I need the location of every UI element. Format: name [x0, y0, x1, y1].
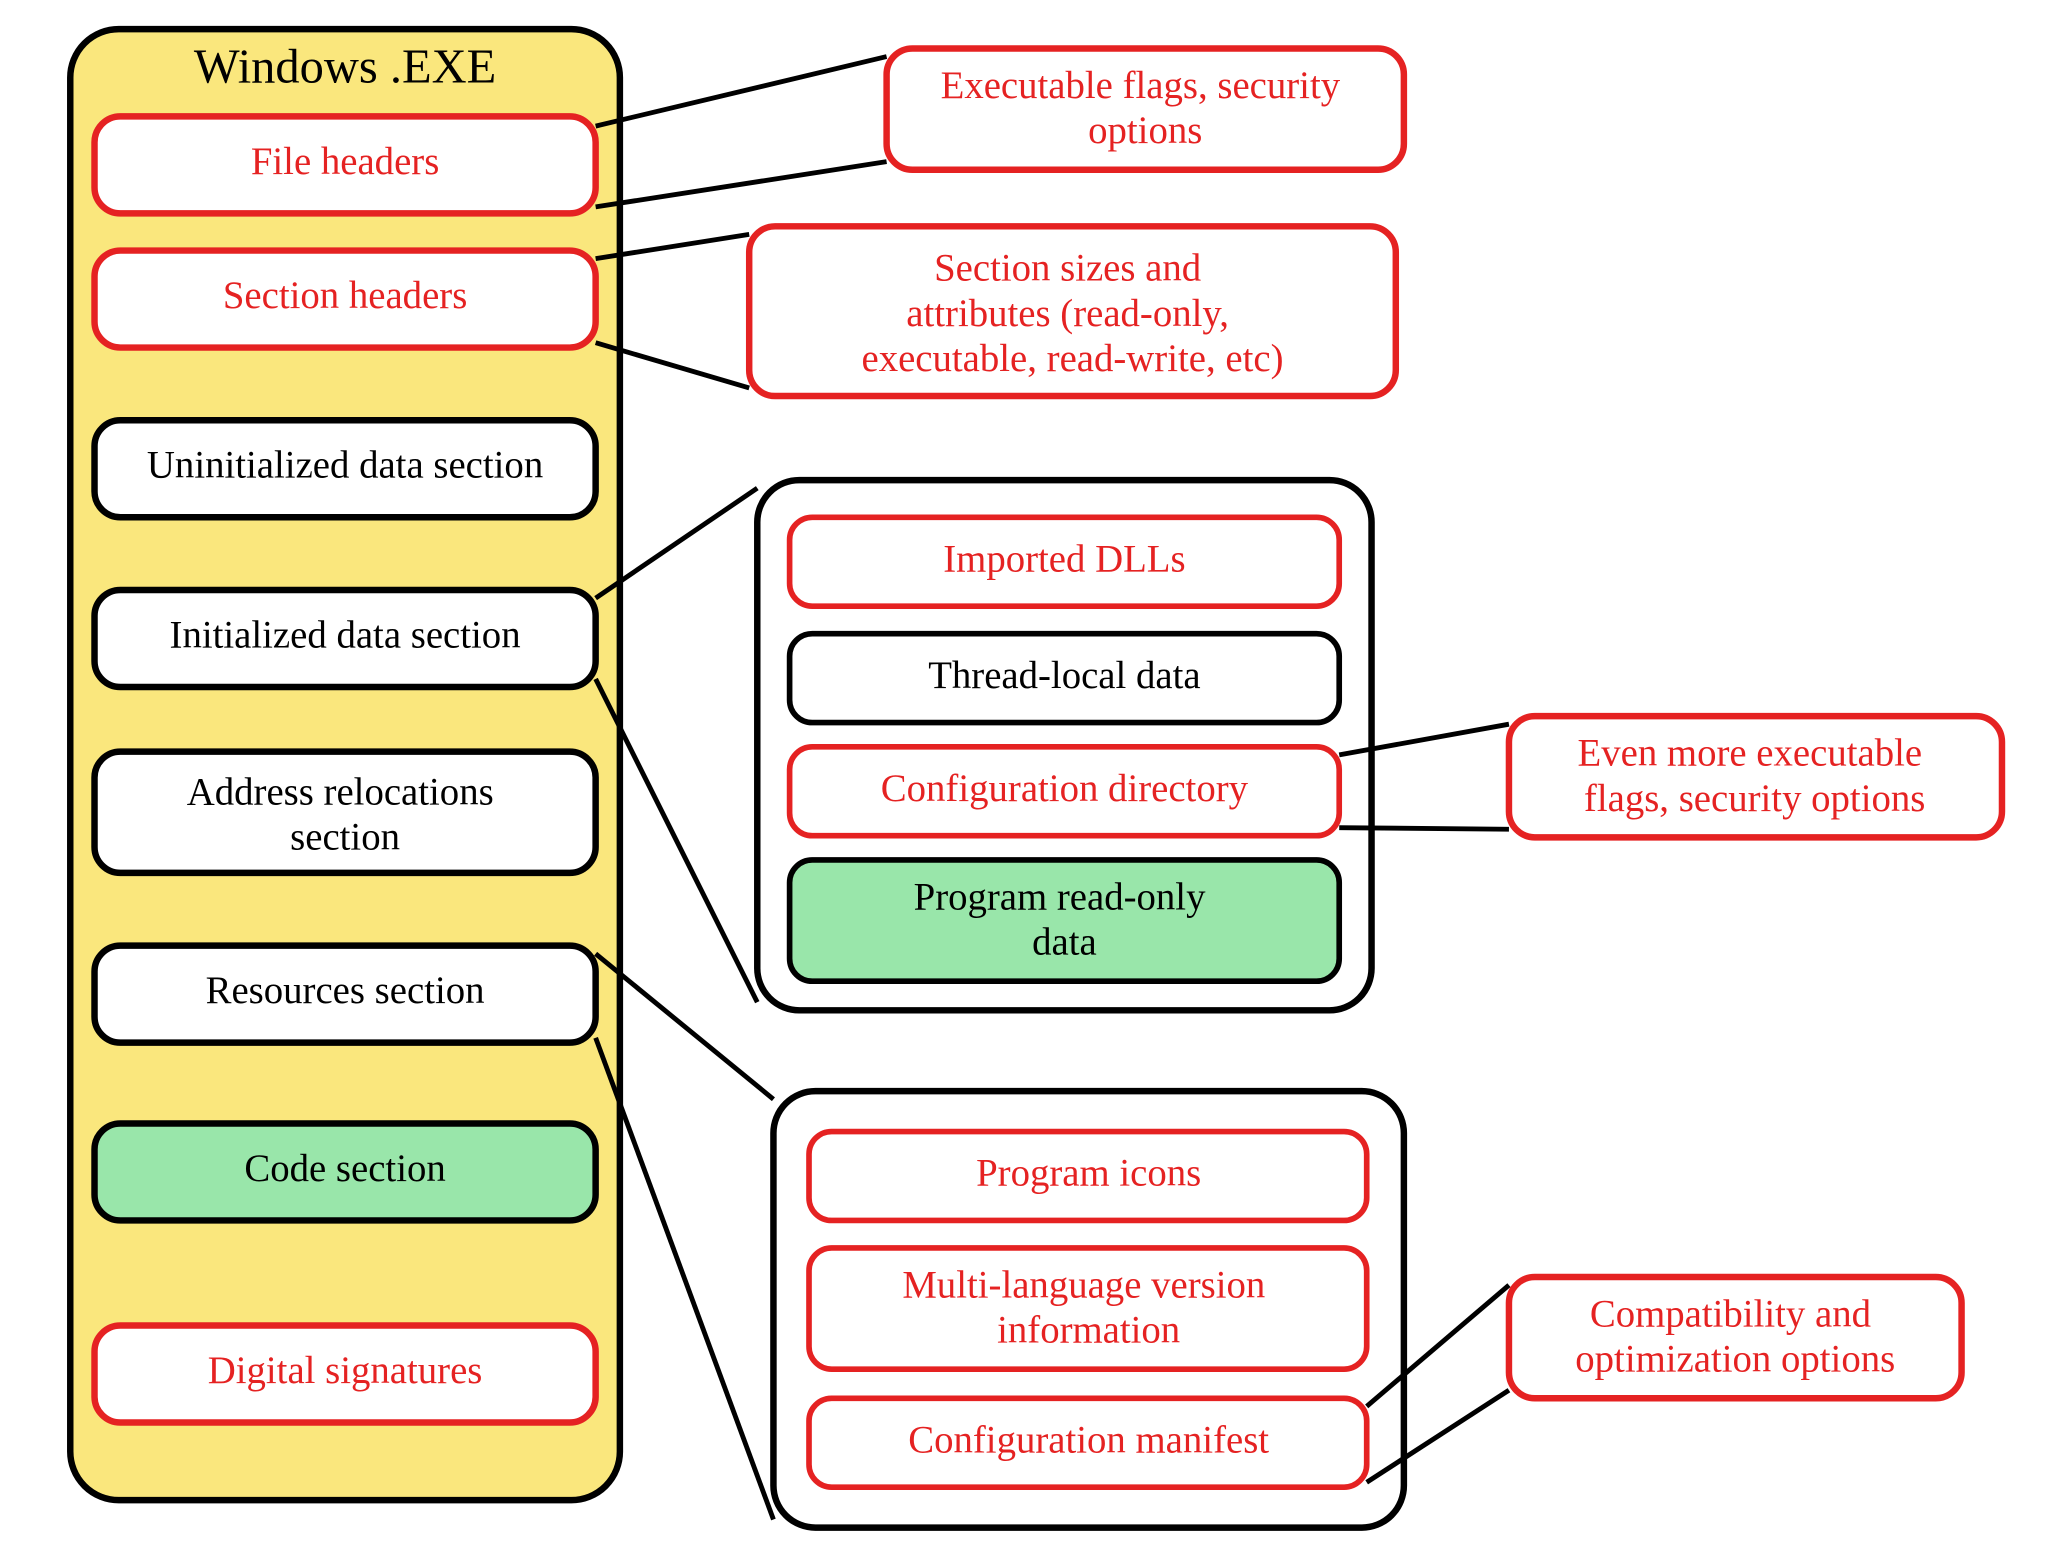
- exe-container-title: Windows .EXE: [194, 40, 496, 93]
- section-resources: Resources section: [95, 946, 596, 1043]
- svg-text:Program icons: Program icons: [976, 1152, 1201, 1195]
- section-signatures-label: Digital signatures: [208, 1349, 483, 1392]
- detail-config-dir: Configuration directory: [790, 747, 1340, 836]
- detail-imported-dlls: Imported DLLs: [790, 517, 1340, 606]
- section-signatures: Digital signatures: [95, 1326, 596, 1423]
- svg-text:Configuration manifest: Configuration manifest: [908, 1418, 1269, 1461]
- detail-thread-local: Thread-local data: [790, 634, 1340, 723]
- section-init-data: Initialized data section: [95, 590, 596, 687]
- svg-text:Configuration directory: Configuration directory: [881, 767, 1249, 810]
- section-init-data-label: Initialized data section: [170, 613, 521, 656]
- section-uninit-data-label: Uninitialized data section: [147, 444, 543, 487]
- svg-text:Imported DLLs: Imported DLLs: [943, 537, 1185, 580]
- section-section-headers-label: Section headers: [223, 274, 467, 317]
- exe-structure-diagram: Windows .EXE File headers Section header…: [0, 0, 2048, 1568]
- section-code: Code section: [95, 1123, 596, 1220]
- section-file-headers: File headers: [95, 116, 596, 213]
- detail-manifest: Configuration manifest: [809, 1398, 1367, 1487]
- section-section-headers: Section headers: [95, 251, 596, 348]
- section-file-headers-label: File headers: [251, 140, 439, 183]
- detail-program-icons: Program icons: [809, 1132, 1367, 1221]
- svg-text:Thread-local data: Thread-local data: [928, 654, 1200, 697]
- section-code-label: Code section: [244, 1147, 445, 1190]
- section-resources-label: Resources section: [206, 969, 485, 1012]
- section-uninit-data: Uninitialized data section: [95, 420, 596, 517]
